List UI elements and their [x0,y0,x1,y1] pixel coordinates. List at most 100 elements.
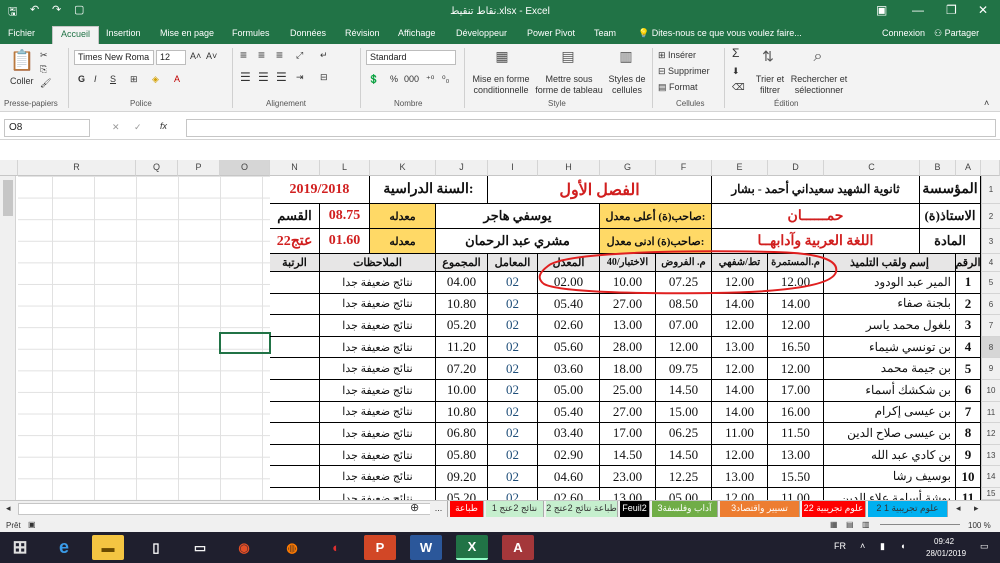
teacher-name[interactable]: حمــــــان [712,204,920,229]
col-header-l[interactable]: L [320,160,370,176]
average-cell[interactable]: 03.40 [538,423,600,445]
oral-cell[interactable]: 14.00 [712,380,768,402]
remarks-cell[interactable]: نتائج ضعيفة جدا [320,380,436,402]
oral-cell[interactable]: 12.00 [712,315,768,337]
document-icon[interactable]: ▯ [140,535,172,560]
average-cell[interactable]: 05.60 [538,336,600,359]
restore-icon[interactable]: ❐ [946,3,957,17]
exam-cell[interactable]: 23.00 [600,466,656,488]
student-number-cell[interactable]: 10 [956,466,981,488]
borders-icon[interactable]: ⊞ [130,74,138,85]
coef-cell[interactable]: 02 [488,423,538,445]
sheet-tab[interactable]: 3تسيير واقتصاد [720,501,800,517]
highest-student-name[interactable]: يوسفي هاجر [436,204,600,229]
school-year-label[interactable]: السنة الدراسية: [370,176,488,204]
remarks-cell[interactable]: نتائج ضعيفة جدا [320,293,436,316]
tab-revision[interactable]: Révision [345,28,380,38]
col-header-d[interactable]: D [768,160,824,176]
row-header[interactable]: 12 [981,423,1000,445]
continuous-cell[interactable]: 12.00 [768,358,824,380]
ribbon-display-icon[interactable]: ▣ [876,3,887,17]
clock-date[interactable]: 28/01/2019 [926,548,966,559]
homework-cell[interactable]: 12.25 [656,466,712,488]
clear-icon[interactable]: ⌫ [732,82,745,93]
row-header[interactable]: 14 [981,466,1000,488]
row-header[interactable]: 8 [981,336,1000,359]
homework-cell[interactable]: 12.00 [656,336,712,359]
average-cell[interactable]: 03.60 [538,358,600,380]
fill-color-icon[interactable]: ◈ [152,74,159,85]
row-header[interactable]: 2 [981,204,1000,229]
student-number-cell[interactable]: 4 [956,336,981,359]
student-name-cell[interactable]: بن شكشك أسماء [824,380,956,402]
col-header-i[interactable]: I [488,160,538,176]
total-cell[interactable]: 10.80 [436,401,488,424]
zoom-slider[interactable] [880,524,960,525]
sheet-tab[interactable]: 1 نتائج 2عتج [486,501,544,517]
rank-cell[interactable] [270,293,320,316]
tab-accueil[interactable]: Accueil [52,26,100,44]
folder-icon[interactable]: ▭ [184,535,216,560]
shrink-font-icon[interactable]: A˅ [206,51,217,62]
conditional-formatting-button[interactable]: Mise en forme conditionnelle [470,74,532,96]
rank-cell[interactable] [270,466,320,488]
coef-cell[interactable]: 02 [488,358,538,380]
vertical-scrollbar[interactable] [0,176,16,500]
tray-arrow-icon[interactable]: ˄ [860,541,865,552]
header-number[interactable]: الرقم [956,254,981,272]
selected-cell-o8[interactable] [219,332,271,354]
rank-cell[interactable] [270,315,320,337]
col-header-e[interactable]: E [712,160,768,176]
copy-icon[interactable]: ⎘ [40,64,47,75]
excel-icon[interactable]: X [456,535,488,560]
sheet-tab[interactable]: Feuil2 [620,501,650,517]
col-header-j[interactable]: J [436,160,488,176]
sort-filter-button[interactable]: Trier et filtrer [752,74,788,96]
oral-cell[interactable]: 13.00 [712,336,768,359]
header-total[interactable]: المجموع [436,254,488,272]
minimize-icon[interactable]: — [912,3,924,17]
col-header-b[interactable]: B [920,160,956,176]
sheet-tab[interactable]: طباعة نتائج 2عتج 2 [546,501,618,517]
remarks-cell[interactable]: نتائج ضعيفة جدا [320,423,436,445]
sheet-tab[interactable]: ... [430,501,448,517]
student-name-cell[interactable]: بن تونسي شيماء [824,336,956,359]
subject-label[interactable]: المادة [920,229,981,254]
continuous-cell[interactable]: 17.00 [768,380,824,402]
coef-cell[interactable]: 02 [488,466,538,488]
oral-cell[interactable]: 13.00 [712,466,768,488]
row-header[interactable]: 9 [981,358,1000,380]
average-cell[interactable]: 02.60 [538,315,600,337]
cell-styles-icon[interactable]: ▥ [614,48,638,70]
row-header[interactable]: 5 [981,272,1000,294]
paste-button-label[interactable]: Coller [10,76,34,87]
col-header-a[interactable]: A [956,160,981,176]
page-layout-icon[interactable]: ▤ [846,519,854,530]
chrome-icon[interactable]: ◉ [228,535,260,560]
student-number-cell[interactable]: 9 [956,444,981,467]
sort-filter-icon[interactable]: ⇅ [756,48,780,72]
align-right-icon[interactable]: ☰ [276,71,287,83]
exam-cell[interactable]: 18.00 [600,358,656,380]
col-header-k[interactable]: K [370,160,436,176]
sign-in-link[interactable]: Connexion [882,28,925,38]
coef-cell[interactable]: 02 [488,336,538,359]
continuous-cell[interactable]: 11.50 [768,423,824,445]
format-painter-icon[interactable]: 🖌 [40,78,51,89]
font-name-select[interactable]: Times New Roma [74,50,154,65]
continuous-cell[interactable]: 15.50 [768,466,824,488]
sheet-tab[interactable]: 2علوم تجريبية 2 [802,501,866,517]
col-header-g[interactable]: G [600,160,656,176]
total-cell[interactable]: 05.20 [436,315,488,337]
page-break-icon[interactable]: ▥ [862,519,870,530]
school-label[interactable]: المؤسسة [920,176,981,204]
formula-input[interactable] [186,119,996,137]
tab-mise-en-page[interactable]: Mise en page [160,28,214,38]
rank-cell[interactable] [270,380,320,402]
exam-cell[interactable]: 28.00 [600,336,656,359]
student-number-cell[interactable]: 2 [956,293,981,316]
app-red-icon[interactable]: ◐ [320,535,352,560]
homework-cell[interactable]: 09.75 [656,358,712,380]
fill-icon[interactable]: ⬇ [732,66,740,77]
homework-cell[interactable]: 07.00 [656,315,712,337]
